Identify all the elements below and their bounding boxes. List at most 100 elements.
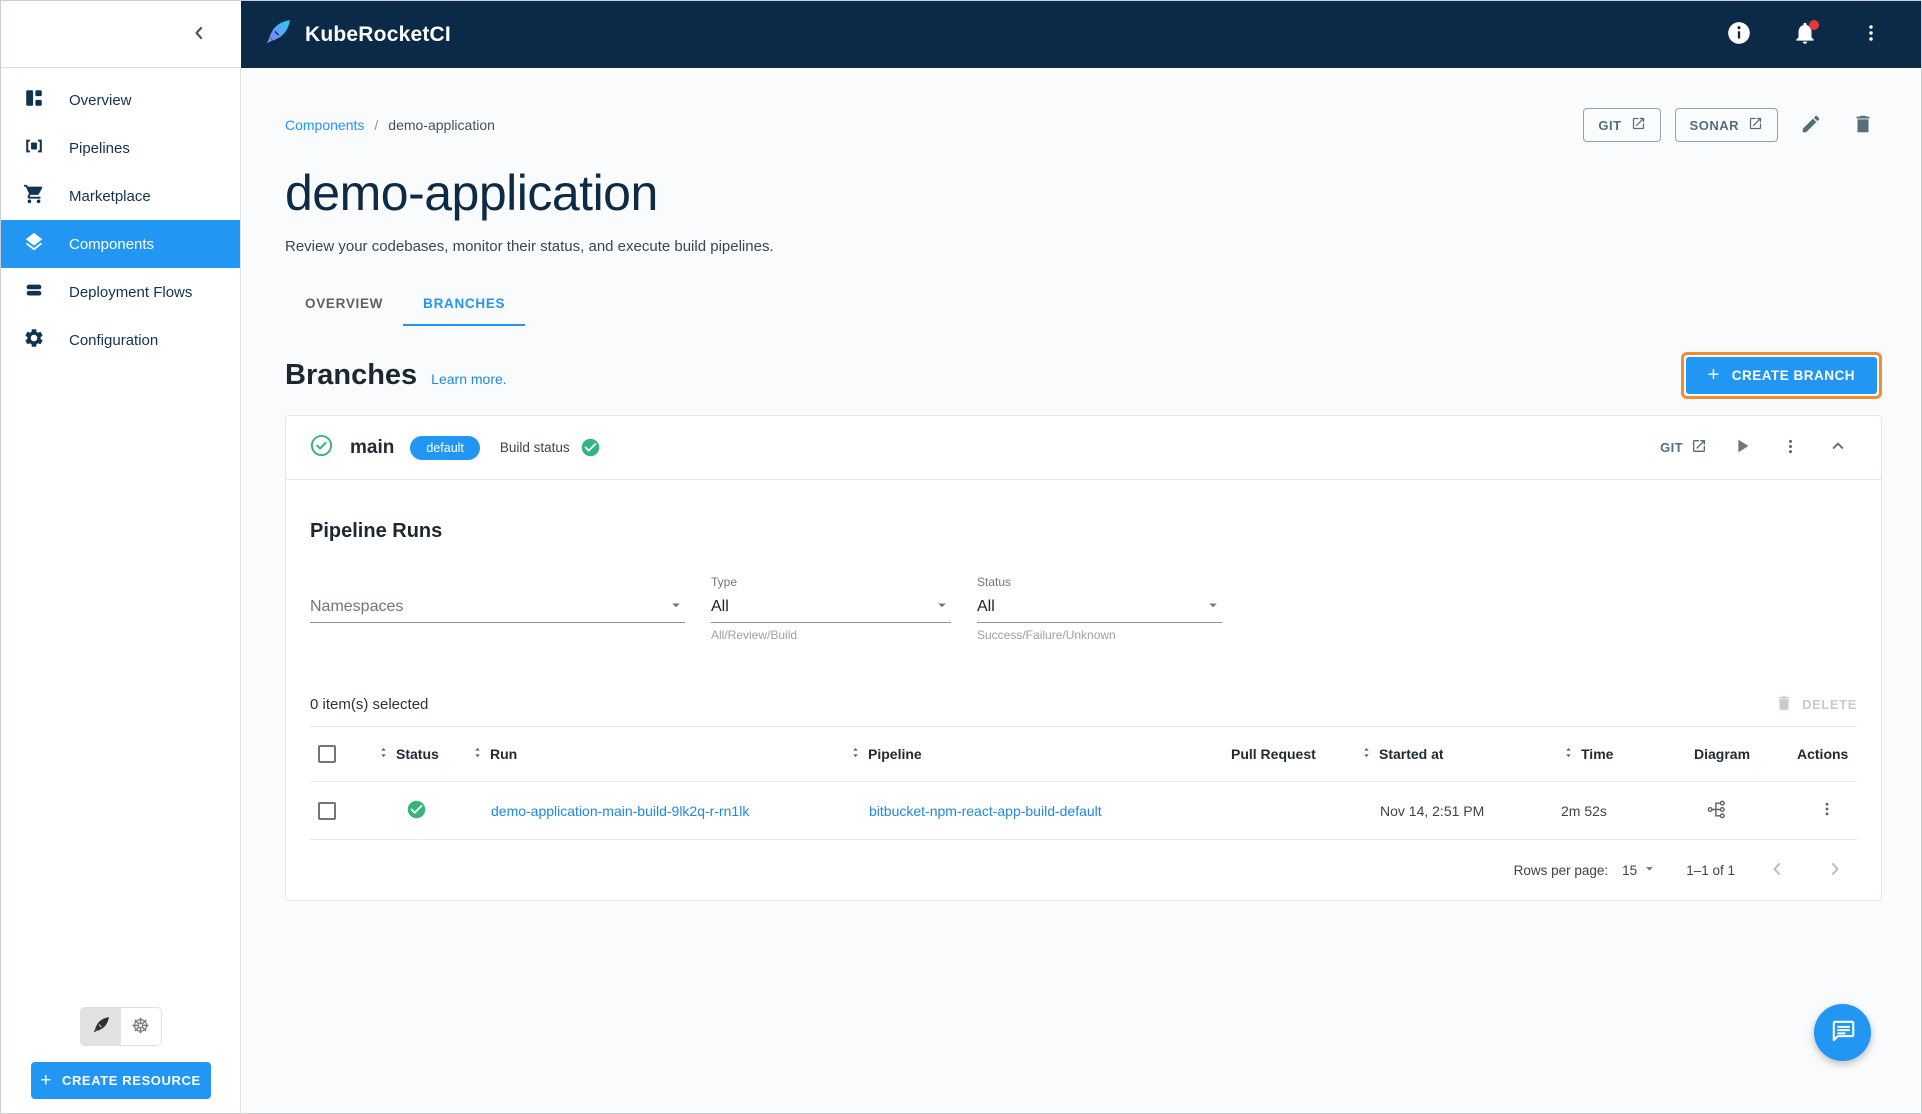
notifications-button[interactable] [1785,15,1825,55]
rows-per-page-label: Rows per page: [1513,862,1609,878]
kubernetes-wheel-icon: ☸ [131,1015,150,1038]
stacked-bars-icon [23,279,45,305]
delete-label: DELETE [1802,696,1857,712]
sidebar-item-deployment-flows[interactable]: Deployment Flows [1,268,240,316]
namespaces-filter: Namespaces [310,575,685,642]
run-success-icon [406,799,427,823]
run-link[interactable]: demo-application-main-build-9lk2q-r-rn1l… [491,803,749,819]
page-title: demo-application [285,165,658,221]
sidebar-item-label: Deployment Flows [69,283,193,301]
time-cell: 2m 52s [1561,802,1607,819]
edit-button[interactable] [1792,106,1830,144]
chevron-left-icon [189,23,209,46]
next-page-button[interactable] [1821,856,1849,884]
branch-status-check-icon [310,434,333,462]
git-button[interactable]: GIT [1583,108,1661,142]
chevron-left-icon [1767,859,1787,882]
trigger-build-button[interactable] [1723,429,1761,467]
sidebar-item-pipelines[interactable]: Pipelines [1,124,240,172]
learn-more-link[interactable]: Learn more. [431,371,506,387]
branches-heading: Branches [285,359,418,391]
sidebar-item-configuration[interactable]: Configuration [1,316,240,364]
dashboard-icon [23,87,45,113]
sidebar-item-label: Marketplace [69,187,151,205]
create-branch-label: CREATE BRANCH [1731,368,1855,383]
status-filter-value: All [977,598,995,615]
tabs: OVERVIEW BRANCHES [285,283,1882,326]
view-mode-toggle: ☸ [79,1007,162,1046]
caret-down-icon [1641,860,1658,880]
rows-per-page-select[interactable]: 15 [1622,860,1658,880]
sonar-button[interactable]: SONAR [1674,108,1778,142]
row-menu-button[interactable] [1811,795,1843,827]
sidebar-item-label: Pipelines [69,139,130,157]
branch-header-row: main default Build status GIT [286,416,1881,480]
header-menu-button[interactable] [1851,15,1891,55]
rocket-logo-icon [263,17,293,52]
brand: KubeRocketCI [263,17,451,52]
column-header-diagram: Diagram [1694,746,1751,762]
breadcrumb-components-link[interactable]: Components [285,117,364,133]
rows-per-page-value: 15 [1622,862,1638,878]
page-actions: GIT SONAR [1583,106,1882,144]
sidebar-item-overview[interactable]: Overview [1,76,240,124]
sort-icon[interactable] [848,745,863,763]
table-row: demo-application-main-build-9lk2q-r-rn1l… [310,782,1857,839]
cart-icon [23,183,45,209]
rocket-view-toggle-button[interactable] [80,1008,121,1045]
column-header-started-at: Started at [1379,746,1444,762]
header-actions [1719,15,1891,55]
status-filter-helper: Success/Failure/Unknown [977,628,1116,642]
table-header-row: Status Run Pipeline Pull Request Started… [310,727,1857,781]
type-filter-label: Type [711,575,738,589]
diagram-button[interactable] [1700,795,1732,827]
collapse-branch-button[interactable] [1819,429,1857,467]
pipeline-link[interactable]: bitbucket-npm-react-app-build-default [869,803,1102,819]
type-select[interactable]: All [711,592,951,623]
git-button-label: GIT [1598,117,1622,133]
app-title: KubeRocketCI [305,22,451,46]
sort-icon[interactable] [1359,745,1374,763]
breadcrumb: Components / demo-application [285,117,495,133]
sidebar-item-marketplace[interactable]: Marketplace [1,172,240,220]
sidebar-collapse-button[interactable] [183,18,215,50]
trash-icon [1852,113,1874,138]
create-resource-button[interactable]: + CREATE RESOURCE [30,1062,211,1099]
breadcrumb-current: demo-application [388,117,495,133]
breadcrumb-separator: / [374,117,379,133]
external-link-icon [1691,438,1707,457]
caret-down-icon [667,596,685,619]
info-icon [1726,20,1752,49]
pipelines-icon [23,135,45,161]
tab-overview[interactable]: OVERVIEW [285,283,403,326]
branch-git-button[interactable]: GIT [1654,432,1713,463]
tab-branches[interactable]: BRANCHES [403,283,526,326]
sidebar-item-components[interactable]: Components [1,220,240,268]
create-branch-button[interactable]: + CREATE BRANCH [1685,357,1877,394]
plus-icon: + [40,1069,52,1091]
status-select[interactable]: All [977,592,1222,623]
column-header-status: Status [396,746,439,762]
info-button[interactable] [1719,15,1759,55]
previous-page-button[interactable] [1763,856,1791,884]
chat-fab-button[interactable] [1814,1004,1871,1061]
diagram-tree-icon [1706,799,1727,823]
started-at-cell: Nov 14, 2:51 PM [1380,802,1485,819]
delete-selected-button[interactable]: DELETE [1775,694,1857,715]
sort-icon[interactable] [1561,745,1576,763]
branch-name: main [350,436,395,458]
sort-icon[interactable] [470,745,485,763]
sort-icon[interactable] [376,745,391,763]
row-checkbox[interactable] [318,801,336,820]
namespaces-select[interactable]: Namespaces [310,592,685,623]
select-all-checkbox[interactable] [318,745,336,763]
gear-icon [23,327,45,353]
delete-component-button[interactable] [1844,106,1882,144]
build-status-label: Build status [499,440,570,455]
branch-git-label: GIT [1660,440,1683,455]
branch-menu-button[interactable] [1771,429,1809,467]
plus-icon: + [1707,364,1720,386]
kebab-menu-icon [1818,800,1836,821]
kubernetes-view-toggle-button[interactable]: ☸ [120,1008,161,1045]
column-header-time: Time [1581,746,1614,762]
